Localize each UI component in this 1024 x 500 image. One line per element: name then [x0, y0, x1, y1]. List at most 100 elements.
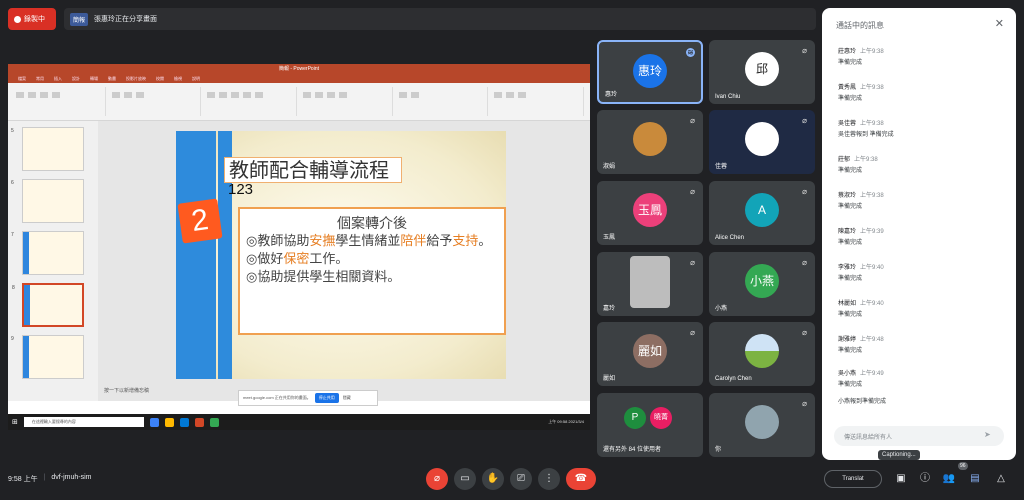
ribbon-group	[397, 87, 489, 116]
ppt-tab: 設計	[72, 76, 80, 81]
hide-button: 隱藏	[342, 395, 351, 400]
captions-icon[interactable]: ▣	[894, 472, 908, 486]
screen-share-notice: meet.google.com 正在共用你的畫面。 停止共用 隱藏	[238, 390, 378, 406]
avatar: 邱	[745, 52, 779, 86]
chat-message: 小燕報到準備完成	[838, 399, 887, 405]
slide-subtitle: 123	[228, 181, 254, 198]
ppt-tab: 檢視	[174, 76, 182, 81]
translate-button[interactable]: Translat	[824, 470, 882, 488]
present-screen-icon[interactable]: ⎚	[510, 468, 532, 490]
ribbon-group	[301, 87, 393, 116]
chat-message: 吳小燕 上午9:49 準備完成	[838, 371, 884, 388]
participant-tile[interactable]: 玉鳳 ⌀ 玉鳳	[597, 181, 703, 245]
ribbon-group	[492, 87, 585, 116]
participant-name: 佳蓉	[715, 164, 728, 170]
ribbon-group	[205, 87, 298, 116]
avatar	[745, 405, 779, 439]
ppt-window-title: 簡報 - PowerPoint	[8, 64, 590, 75]
info-icon[interactable]: ⓘ	[918, 472, 932, 486]
current-slide: 2 教師配合輔導流程 123 個案轉介後 ◎教師協助安撫學生情緒並陪伴給予支持。…	[176, 131, 506, 379]
more-participants-label: 還有另外 84 位使用者	[603, 447, 662, 453]
slide-thumbnail: 9	[11, 335, 84, 379]
participant-tile[interactable]: 小燕 ⌀ 小燕	[709, 252, 815, 316]
slide-thumbnail: 5	[11, 127, 84, 171]
current-time: 9:58 上午	[8, 476, 38, 483]
participant-tile[interactable]: ⌀ 淑娟	[597, 110, 703, 174]
bottom-control-bar: 9:58 上午 | dvf-jmuh-sim ⌀ ▭ ✋ ⎚ ⋮ ☎ Trans…	[0, 450, 1024, 500]
taskbar-search: 在這裡輸入要搜尋的內容	[23, 417, 144, 427]
top-bar: 錄製中 簡報 張惠玲正在分享畫面	[0, 0, 820, 36]
slide-thumbnail: 7	[11, 231, 84, 275]
participant-tile[interactable]: 麗如 ⌀ 麗如	[597, 322, 703, 386]
hang-up-icon[interactable]: ☎	[566, 468, 596, 490]
participant-tile[interactable]: ⌀ Carolyn Chen	[709, 322, 815, 386]
mic-muted-icon: ⌀	[802, 116, 807, 125]
avatar: 曉菁	[650, 407, 672, 429]
recording-dot-icon	[14, 15, 21, 23]
mic-muted-icon: ⌀	[802, 46, 807, 55]
avatar	[745, 122, 779, 156]
mic-muted-icon: ⌀	[690, 187, 695, 196]
slide-content-box: 個案轉介後 ◎教師協助安撫學生情緒並陪伴給予支持。 ◎做好保密工作。 ◎協助提供…	[238, 207, 506, 335]
meeting-code: dvf-jmuh-sim	[51, 474, 92, 481]
avatar	[630, 256, 670, 308]
participant-name: 小燕	[715, 306, 728, 312]
chat-message: 林麗如 上午9:40 準備完成	[838, 301, 884, 318]
presenter-label: 張惠玲正在分享畫面	[94, 16, 158, 23]
taskbar-app-icon	[149, 417, 159, 427]
chat-message: 李雅玲 上午9:40 準備完成	[838, 265, 884, 282]
stop-sharing-button: 停止共用	[314, 393, 339, 403]
taskbar-app-icon	[179, 417, 189, 427]
more-participants-tile[interactable]: P 曉菁 還有另外 84 位使用者	[597, 393, 703, 457]
participant-tile[interactable]: ⌀ 嘉玲	[597, 252, 703, 316]
participant-tile[interactable]: 惠玲 ≋ 惠玲	[597, 40, 703, 104]
people-icon[interactable]: 👥	[942, 472, 956, 486]
close-icon[interactable]: ✕	[995, 17, 1004, 30]
chat-title: 通話中的訊息	[836, 21, 884, 30]
ppt-tab: 轉場	[90, 76, 98, 81]
chat-icon[interactable]: ▤	[968, 472, 982, 486]
camera-icon[interactable]: ▭	[454, 468, 476, 490]
ribbon-group	[110, 87, 202, 116]
avatar	[633, 122, 667, 156]
slide-number-badge: 2	[177, 198, 223, 244]
activities-icon[interactable]: △	[994, 472, 1008, 486]
avatar	[745, 334, 779, 368]
chat-message: 黃秀鳳 上午9:38 準備完成	[838, 85, 884, 102]
more-options-icon[interactable]: ⋮	[538, 468, 560, 490]
chat-panel: 通話中的訊息 ✕ 莊惠玲 上午9:38 準備完成 黃秀鳳 上午9:38 準備完成 吳佳蓉…	[822, 8, 1016, 460]
taskbar-clock: 上午 09:58 2021/3/4	[548, 419, 584, 424]
ppt-workspace: 5 6 7 8 9 2 教師配合輔導流程 123 個案轉介後 ◎教師協助安撫學生…	[8, 121, 590, 401]
chat-message: 吳佳蓉 上午9:38 吳佳蓉報到 準備完成	[838, 121, 894, 138]
participant-tile[interactable]: 邱 ⌀ Ivan Chiu	[709, 40, 815, 104]
meeting-info: 9:58 上午 | dvf-jmuh-sim	[8, 474, 91, 484]
mic-off-icon[interactable]: ⌀	[426, 468, 448, 490]
presenter-bar[interactable]: 簡報 張惠玲正在分享畫面	[64, 8, 816, 30]
chat-input[interactable]: 傳送訊息給所有人	[834, 426, 1004, 446]
ppt-tab: 投影片放映	[126, 76, 146, 81]
mic-muted-icon: ⌀	[690, 258, 695, 267]
participant-tile[interactable]: ⌀ 佳蓉	[709, 110, 815, 174]
ppt-tab: 常用	[36, 76, 44, 81]
slide-bullet: ◎教師協助安撫學生情緒並陪伴給予支持。	[246, 234, 492, 249]
chat-message: 莊惠玲 上午9:38 準備完成	[838, 49, 884, 66]
separator: |	[43, 474, 46, 481]
avatar: 玉鳳	[633, 193, 667, 227]
ppt-ribbon	[8, 83, 590, 121]
avatar: 小燕	[745, 264, 779, 298]
ppt-tab: 說明	[192, 76, 200, 81]
slide-bullet: ◎協助提供學生相關資料。	[246, 270, 401, 285]
raise-hand-icon[interactable]: ✋	[482, 468, 504, 490]
windows-taskbar: ⊞ 在這裡輸入要搜尋的內容 上午 09:58 2021/3/4	[8, 414, 590, 430]
ppt-ribbon-tabs: 檔案 常用 插入 設計 轉場 動畫 投影片放映 校閱 檢視 說明	[8, 75, 590, 83]
send-icon[interactable]: ➤	[984, 430, 991, 439]
chat-message: 莊郁 上午9:38 準備完成	[838, 157, 878, 174]
windows-start-icon: ⊞	[12, 419, 18, 426]
participant-tile[interactable]: ⌀ 你	[709, 393, 815, 457]
speaking-indicator-icon: ≋	[686, 48, 695, 57]
participant-tile[interactable]: A ⌀ Alice Chen	[709, 181, 815, 245]
mic-muted-icon: ⌀	[802, 187, 807, 196]
mic-muted-icon: ⌀	[802, 328, 807, 337]
avatar: A	[745, 193, 779, 227]
taskbar-app-icon	[194, 417, 204, 427]
